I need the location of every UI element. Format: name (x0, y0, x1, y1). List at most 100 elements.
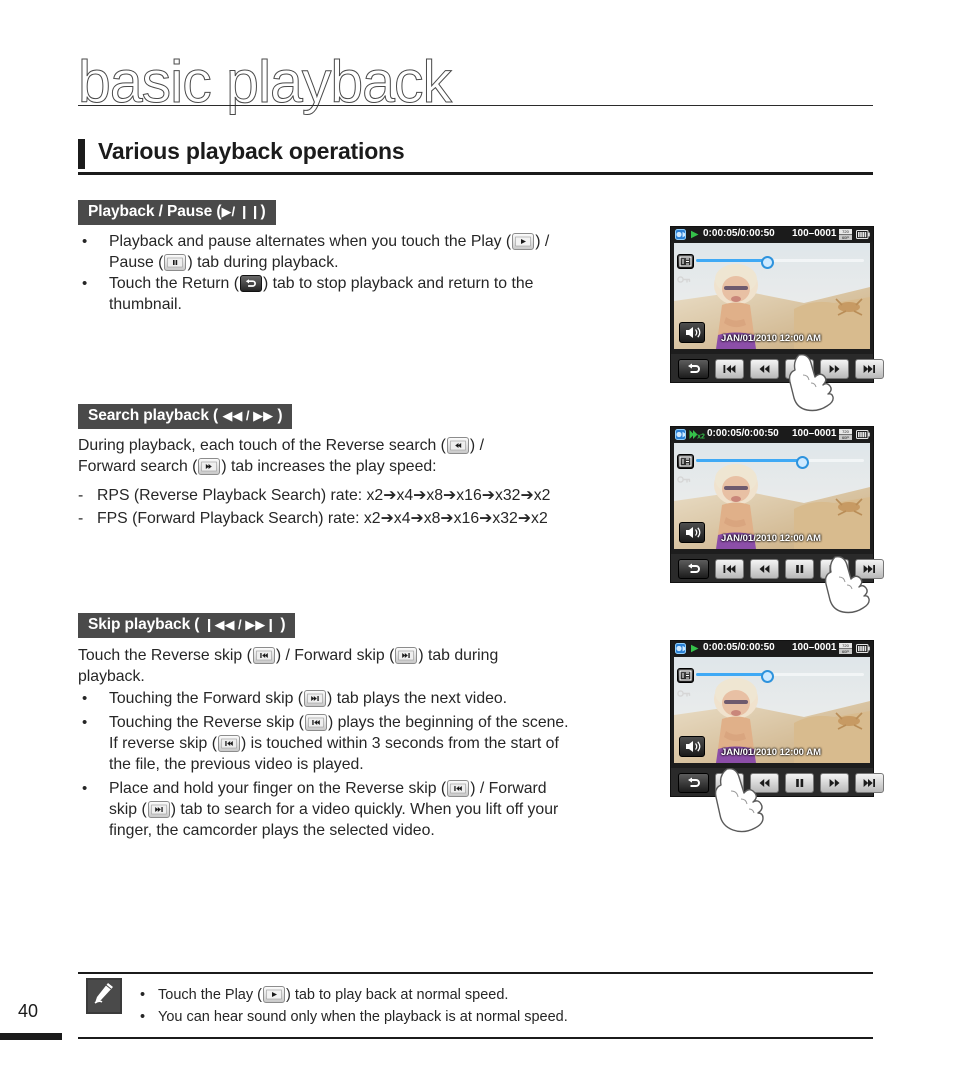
play-icon (691, 230, 699, 239)
note-item: • Touch the Play () tab to play back at … (140, 984, 568, 1006)
dash-marker: - (78, 510, 84, 527)
dash-marker: - (78, 487, 84, 504)
battery-icon (856, 644, 870, 653)
page-number-bar (0, 1033, 62, 1040)
resolution-badge-icon: 720 60P (839, 643, 852, 654)
note-list: • Touch the Play () tab to play back at … (140, 984, 568, 1028)
list-item: Touch the Return () tab to stop playback… (109, 275, 534, 313)
lcd-file-number: 100–0001 (792, 428, 837, 439)
list-bullet: • (82, 690, 88, 707)
lcd-file-number: 100–0001 (792, 228, 837, 239)
video-mode-icon (675, 643, 686, 654)
list-item: Playback and pause alternates when you t… (109, 233, 550, 271)
forward-skip-icon (304, 690, 327, 707)
screen-skip-playback: 0:00:05/0:00:50 100–0001 720 60P JAN/01/… (670, 640, 884, 833)
forward-search-icon (198, 458, 221, 475)
subheading-label: Skip playback ( (88, 616, 204, 633)
key-icon (677, 472, 692, 483)
reverse-skip-tab[interactable] (715, 359, 744, 379)
forward-skip-tab[interactable] (855, 773, 884, 793)
section-heading: Various playback operations (78, 138, 873, 174)
screen-playback-pause: 0:00:05/0:00:50 100–0001 720 60P JAN/01/… (670, 226, 884, 412)
reverse-search-tab[interactable] (750, 559, 779, 579)
date-overlay: JAN/01/2010 12:00 AM (721, 747, 821, 758)
display-info-icon[interactable] (677, 454, 694, 469)
lcd-time: 0:00:05/0:00:50 (703, 228, 775, 239)
title-divider (78, 105, 873, 106)
date-overlay: JAN/01/2010 12:00 AM (721, 333, 821, 344)
forward-skip-icon (147, 801, 170, 818)
display-info-icon[interactable] (677, 668, 694, 683)
paragraph-skip-intro: Touch the Reverse skip () / Forward skip… (78, 647, 499, 685)
subheading-glyphs: ◀◀ / ▶▶ (222, 408, 274, 423)
touch-finger-illustration (824, 555, 870, 614)
key-icon (677, 686, 692, 697)
forward-search-tab[interactable] (820, 773, 849, 793)
subheading-close: ) (276, 616, 286, 633)
progress-knob[interactable] (796, 456, 809, 469)
reverse-skip-icon (304, 714, 327, 731)
list-item: Place and hold your finger on the Revers… (109, 780, 559, 839)
play-icon (262, 986, 285, 1003)
volume-icon[interactable] (679, 322, 705, 343)
svg-text:60P: 60P (842, 435, 849, 440)
svg-text:720: 720 (842, 429, 849, 434)
volume-icon[interactable] (679, 522, 705, 543)
progress-fill (696, 459, 801, 462)
svg-text:60P: 60P (842, 235, 849, 240)
reverse-skip-icon (447, 780, 470, 797)
svg-text:60P: 60P (842, 649, 849, 654)
key-icon (677, 272, 692, 283)
reverse-search-tab[interactable] (750, 359, 779, 379)
forward-skip-icon (395, 647, 418, 664)
volume-icon[interactable] (679, 736, 705, 757)
list-bullet: • (140, 1009, 146, 1025)
section-divider (78, 172, 873, 175)
reverse-skip-tab[interactable] (715, 559, 744, 579)
subheading-glyphs: ❙◀◀ / ▶▶❙ (203, 617, 277, 632)
video-mode-icon (675, 229, 686, 240)
touch-finger-illustration (788, 353, 834, 412)
note-bottom-divider (78, 1037, 873, 1039)
subheading-search-playback: Search playback ( ◀◀ / ▶▶ ) (78, 404, 293, 429)
list-item-fps: FPS (Forward Playback Search) rate: x2➔x… (97, 510, 548, 527)
battery-icon (856, 230, 870, 239)
subheading-close: ) (273, 407, 283, 424)
progress-knob[interactable] (761, 256, 774, 269)
list-bullet: • (82, 233, 88, 250)
resolution-badge-icon: 720 60P (839, 229, 852, 240)
subheading-label: Playback / Pause ( (88, 203, 222, 220)
section-title: Various playback operations (98, 138, 405, 164)
return-tab[interactable] (678, 359, 709, 379)
play-icon (512, 233, 535, 250)
lcd-time: 0:00:05/0:00:50 (703, 642, 775, 653)
reverse-skip-icon (252, 647, 275, 664)
video-mode-icon (675, 429, 686, 440)
list-bullet: • (82, 780, 88, 797)
progress-knob[interactable] (761, 670, 774, 683)
section-accent-bar (78, 139, 85, 169)
subheading-skip-playback: Skip playback ( ❙◀◀ / ▶▶❙ ) (78, 613, 296, 638)
return-icon (239, 275, 262, 292)
pause-tab[interactable] (785, 559, 814, 579)
svg-text:720: 720 (842, 229, 849, 234)
subheading-glyphs: ▶/ ❙❙ (221, 204, 261, 219)
svg-text:720: 720 (842, 643, 849, 648)
reverse-skip-icon (217, 735, 240, 752)
play-icon (691, 644, 699, 653)
list-bullet: • (82, 714, 88, 731)
page-title: basic playback (78, 49, 453, 115)
touch-finger-illustration (714, 767, 764, 833)
list-item: Touching the Forward skip () tab plays t… (109, 690, 508, 707)
subheading-label: Search playback ( (88, 407, 223, 424)
note-item: • You can hear sound only when the playb… (140, 1006, 568, 1028)
resolution-badge-icon: 720 60P (839, 429, 852, 440)
forward-search-x2-icon: x2 (689, 430, 705, 440)
lcd-file-number: 100–0001 (792, 642, 837, 653)
return-tab[interactable] (678, 559, 709, 579)
subheading-playback-pause: Playback / Pause (▶/ ❙❙) (78, 200, 276, 225)
list-bullet: • (82, 275, 88, 292)
list-bullet: • (140, 987, 146, 1003)
note-icon (86, 978, 122, 1014)
display-info-icon[interactable] (677, 254, 694, 269)
